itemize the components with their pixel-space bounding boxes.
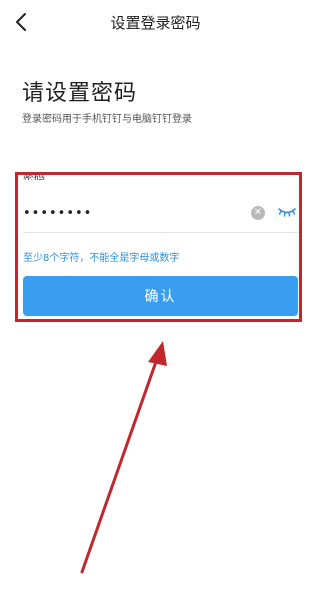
password-label: 密码 (23, 172, 45, 180)
password-input[interactable] (23, 202, 243, 224)
nav-bar: 设置登录密码 (0, 0, 311, 46)
clear-icon[interactable]: ✕ (251, 206, 265, 220)
confirm-button[interactable]: 确认 (23, 276, 298, 316)
page-title: 设置登录密码 (110, 14, 201, 32)
password-hint: 至少8个字符，不能全是字母或数字 (23, 253, 180, 264)
page-heading: 请设置密码 (22, 81, 138, 106)
page-subtitle: 登录密码用于手机钉钉与电脑钉钉登录 (22, 114, 192, 125)
password-row: ✕ (23, 196, 299, 233)
eye-closed-icon[interactable] (277, 205, 297, 219)
